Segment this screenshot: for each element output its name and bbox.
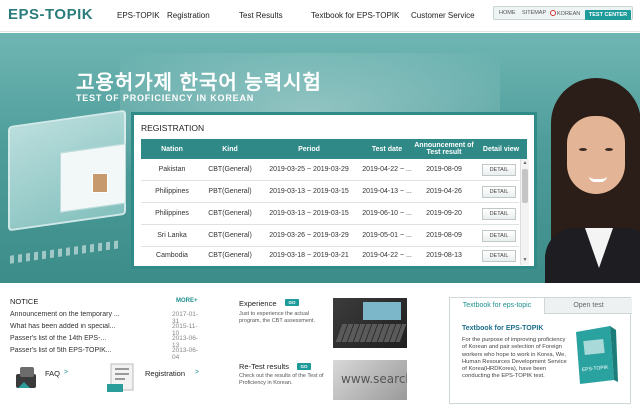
scroll-up-icon[interactable]: ▲ — [522, 160, 528, 166]
col-nation: Nation — [161, 145, 183, 153]
decorative-bars — [10, 240, 120, 264]
detail-button[interactable]: DETAIL — [482, 186, 516, 198]
col-announcement: Announcement of Test result — [414, 142, 474, 156]
cell-announcement: 2019-08-09 — [426, 232, 462, 239]
experience-go-button[interactable]: GO — [285, 299, 299, 306]
retest-go-button[interactable]: GO — [297, 363, 311, 370]
cell-nation: Cambodia — [156, 252, 188, 259]
nav-eps-topik[interactable]: EPS-TOPIK — [117, 11, 160, 20]
korea-flag-icon — [550, 10, 556, 16]
textbook-description: For the purpose of improving proficiency… — [462, 337, 567, 380]
experience-title: Experience — [239, 299, 277, 308]
list-item: Passer's list of 5th EPS-TOPIK... 2013-0… — [10, 347, 200, 361]
list-item: What has been added in special... 2015-1… — [10, 323, 200, 337]
cell-nation: Philippines — [155, 188, 189, 195]
notice-link[interactable]: Passer's list of the 14th EPS-... — [10, 335, 155, 342]
registration-icon[interactable] — [105, 360, 139, 394]
cell-announcement: 2019-04-26 — [426, 188, 462, 195]
col-period: Period — [298, 145, 320, 153]
nav-registration[interactable]: Registration — [167, 11, 210, 20]
cell-nation: Philippines — [155, 210, 189, 217]
tab-open-test[interactable]: Open test — [545, 298, 632, 314]
table-row: Sri Lanka CBT(General) 2019-03-26 ~ 2019… — [141, 225, 519, 247]
cell-kind: CBT(General) — [208, 210, 252, 217]
retest-description: Check out the results of the Test of Pro… — [239, 373, 324, 386]
table-scrollbar[interactable]: ▲ ▼ — [520, 159, 529, 265]
table-row: Philippines PBT(General) 2019-03-13 ~ 20… — [141, 181, 519, 203]
registration-panel: REGISTRATION Nation Kind Period Test dat… — [131, 112, 537, 269]
cell-test-date: 2019-06-10 ~ ... — [362, 210, 412, 217]
table-row: Cambodia CBT(General) 2019-03-18 ~ 2019-… — [141, 247, 519, 265]
col-kind: Kind — [222, 145, 238, 153]
notice-link[interactable]: Passer's list of 5th EPS-TOPIK... — [10, 347, 155, 354]
cell-period: 2019-03-13 ~ 2019-03-15 — [269, 188, 349, 195]
scrollbar-thumb[interactable] — [522, 169, 528, 203]
detail-button[interactable]: DETAIL — [482, 164, 516, 176]
decorative-photo — [92, 173, 108, 193]
faq-arrow-icon: > — [64, 369, 69, 376]
cell-test-date: 2019-04-22 ~ ... — [362, 166, 412, 173]
hero-title-english: TEST OF PROFICIENCY IN KOREAN — [76, 93, 255, 103]
cell-kind: CBT(General) — [208, 166, 252, 173]
cell-nation: Pakistan — [158, 166, 186, 173]
table-row: Philippines CBT(General) 2019-03-13 ~ 20… — [141, 203, 519, 225]
notice-more-link[interactable]: MORE+ — [176, 298, 198, 304]
cell-period: 2019-03-13 ~ 2019-03-15 — [269, 210, 349, 217]
home-link[interactable]: HOME — [499, 10, 516, 16]
textbook-panel: Textbook for eps-topic Open test Textboo… — [449, 297, 632, 404]
utility-bar: HOME SITEMAP KOREAN TEST CENTER — [493, 6, 633, 20]
sitemap-link[interactable]: SITEMAP — [522, 10, 546, 16]
site-logo[interactable]: EPS-TOPIK — [8, 6, 93, 23]
cell-announcement: 2019-08-13 — [426, 252, 462, 259]
notice-date: 2013-06-04 — [172, 347, 199, 361]
registration-title: REGISTRATION — [141, 123, 205, 133]
scroll-down-icon[interactable]: ▼ — [522, 257, 528, 263]
registration-link[interactable]: Registration — [145, 369, 185, 378]
cell-test-date: 2019-04-22 ~ ... — [362, 252, 412, 259]
experience-description: Just to experience the actual program, t… — [239, 311, 316, 324]
cell-announcement: 2019-09-20 — [426, 210, 462, 217]
cell-period: 2019-03-18 ~ 2019-03-21 — [269, 252, 349, 259]
tab-textbook[interactable]: Textbook for eps-topic — [450, 298, 545, 314]
experience-thumbnail[interactable] — [333, 298, 407, 348]
cell-announcement: 2019-08-09 — [426, 166, 462, 173]
cell-test-date: 2019-04-13 ~ ... — [362, 188, 412, 195]
retest-thumbnail-text: www.search — [341, 372, 407, 386]
cell-period: 2019-03-25 ~ 2019-03-29 — [269, 166, 349, 173]
cell-kind: CBT(General) — [208, 252, 252, 259]
detail-button[interactable]: DETAIL — [482, 208, 516, 220]
language-korean-link[interactable]: KOREAN — [550, 10, 580, 17]
top-header: EPS-TOPIK EPS-TOPIK Registration Test Re… — [0, 0, 640, 32]
test-center-button[interactable]: TEST CENTER — [585, 10, 631, 20]
cell-test-date: 2019-05-01 ~ ... — [362, 232, 412, 239]
notice-link[interactable]: Announcement on the temporary ... — [10, 311, 155, 318]
hero-title-korean: 고용허가제 한국어 능력시험 — [76, 72, 322, 94]
list-item: Announcement on the temporary ... 2017-0… — [10, 311, 200, 325]
table-row: Pakistan CBT(General) 2019-03-25 ~ 2019-… — [141, 159, 519, 181]
notice-title: NOTICE — [10, 297, 39, 306]
col-test-date: Test date — [371, 145, 403, 153]
registration-table-header: Nation Kind Period Test date Announcemen… — [141, 139, 527, 159]
nav-textbook[interactable]: Textbook for EPS-TOPIK — [311, 11, 399, 20]
list-item: Passer's list of the 14th EPS-... 2013-0… — [10, 335, 200, 349]
textbook-heading[interactable]: Textbook for EPS-TOPIK — [462, 325, 543, 332]
cell-period: 2019-03-26 ~ 2019-03-29 — [269, 232, 349, 239]
textbook-cover-image[interactable]: EPS-TOPIK — [570, 324, 618, 386]
nav-customer-service[interactable]: Customer Service — [411, 11, 475, 20]
hero-person-image — [545, 78, 640, 283]
detail-button[interactable]: DETAIL — [482, 230, 516, 242]
nav-test-results[interactable]: Test Results — [239, 11, 283, 20]
cell-kind: PBT(General) — [208, 188, 252, 195]
cell-kind: CBT(General) — [208, 232, 252, 239]
cell-nation: Sri Lanka — [157, 232, 187, 239]
notice-link[interactable]: What has been added in special... — [10, 323, 155, 330]
detail-button[interactable]: DETAIL — [482, 250, 516, 262]
retest-title: Re-Test results — [239, 362, 290, 371]
faq-icon[interactable] — [14, 364, 40, 390]
retest-thumbnail[interactable]: www.search — [333, 360, 407, 400]
faq-link[interactable]: FAQ — [45, 369, 60, 378]
registration-arrow-icon: > — [195, 369, 200, 376]
col-detail-view: Detail view — [482, 145, 520, 153]
